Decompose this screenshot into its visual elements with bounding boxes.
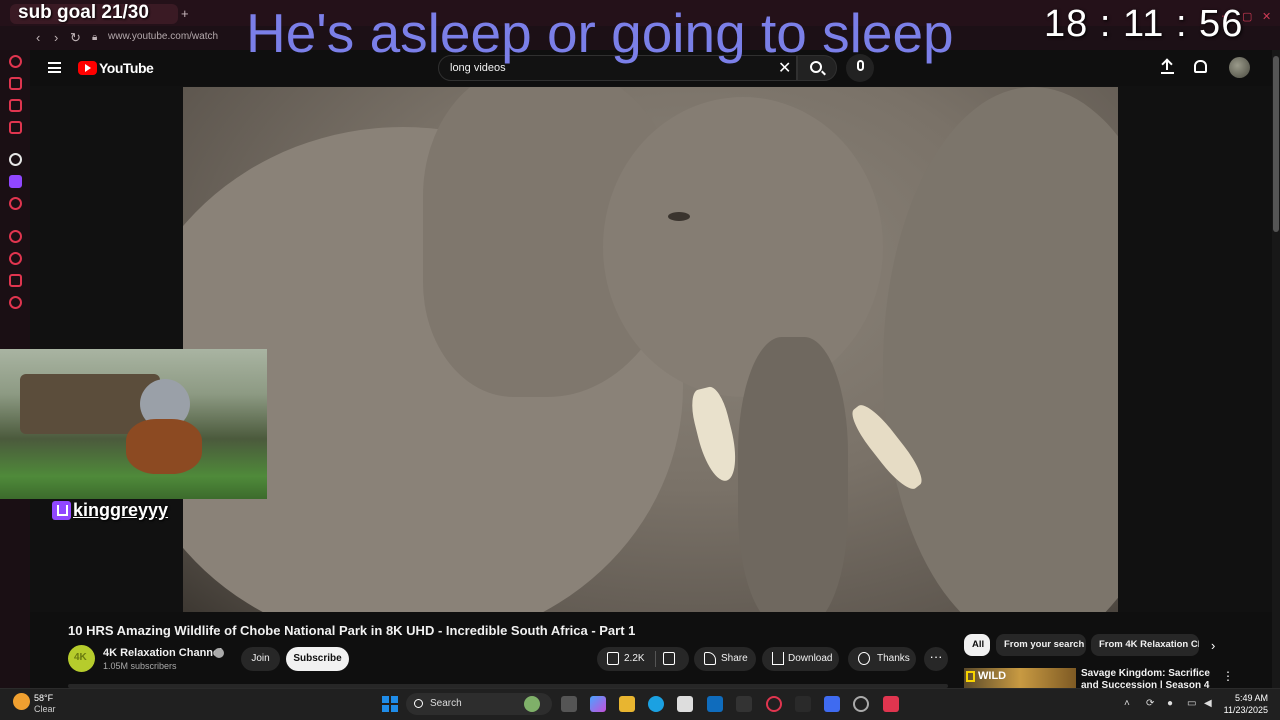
url-field[interactable]: www.youtube.com/watch [108,31,218,42]
like-count[interactable]: 2.2K [624,653,645,664]
share-button[interactable]: Share [694,647,756,671]
tiktok-icon[interactable] [883,696,899,712]
taskbar-date[interactable]: 11/23/2025 [1220,705,1268,715]
notifications-bell-icon[interactable] [1194,60,1207,73]
like-divider [655,651,656,667]
stream-clock: 18 : 11 : 56 [1044,3,1244,45]
opera-gx-icon[interactable] [766,696,782,712]
sidebar-history-icon[interactable] [9,55,22,68]
subscribe-button[interactable]: Subscribe [286,647,349,671]
sidebar-app-icon[interactable] [9,153,22,166]
upload-icon[interactable] [1161,60,1174,74]
chip-all[interactable]: All [964,634,990,656]
taskbar-widget-icon[interactable] [524,696,540,712]
tray-mic-icon[interactable]: ● [1167,698,1173,709]
app-icon[interactable] [736,696,752,712]
tray-network-icon[interactable]: ▭ [1187,698,1196,709]
sub-goal-counter: sub goal 21/30 [18,2,149,23]
tf-app-icon[interactable] [795,696,811,712]
thanks-button[interactable]: Thanks [848,647,916,671]
obs-icon[interactable] [853,696,869,712]
sidebar-chat-icon[interactable] [9,99,22,112]
webcam-overlay [0,349,267,499]
download-button[interactable]: Download [762,647,839,671]
channel-name[interactable]: 4K Relaxation Channel [103,647,222,659]
streamer-handle: kinggreyyy [73,500,169,520]
weather-temperature[interactable]: 58°F [34,693,53,703]
nat-geo-badge-icon [966,671,975,682]
sidebar-box-icon[interactable] [9,121,22,134]
chip-from-channel[interactable]: From 4K Relaxation Channel [1091,634,1199,656]
video-title: 10 HRS Amazing Wildlife of Chobe Nationa… [68,623,636,638]
tray-chevron-icon[interactable]: ˄ [1124,698,1130,709]
reload-icon[interactable]: ↻ [70,30,81,46]
lock-icon: 🔒︎ [92,32,98,43]
sidebar-cube-icon[interactable] [9,274,22,287]
tray-volume-icon[interactable]: ◀ [1204,698,1212,709]
subscriber-count: 1.05M subscribers [103,661,177,671]
video-frame-elephants[interactable] [183,87,1118,612]
verified-icon [214,648,224,658]
sidebar-settings-icon[interactable] [9,296,22,309]
weather-condition[interactable]: Clear [34,704,56,714]
more-actions-button[interactable]: ··· [924,647,948,671]
forward-icon[interactable]: › [54,30,58,45]
share-icon [704,652,716,665]
chevron-right-icon[interactable]: › [1211,638,1215,653]
windows-start-icon[interactable] [382,696,398,712]
recommendation-menu-icon[interactable]: ⋮ [1222,669,1234,683]
twitch-icon [52,501,71,520]
store-icon[interactable] [677,696,693,712]
youtube-logo-text[interactable]: YouTube [99,60,154,76]
windows-taskbar [0,688,1280,720]
channel-avatar[interactable] [68,645,95,672]
account-avatar[interactable] [1229,57,1250,78]
task-view-icon[interactable] [561,696,577,712]
like-dislike-group: 2.2K [597,647,689,671]
youtube-logo-icon[interactable] [78,61,97,75]
thumbs-down-icon[interactable] [663,652,675,665]
sidebar-bag-icon[interactable] [9,77,22,90]
close-icon[interactable]: ✕ [1262,10,1271,23]
thumbs-up-icon[interactable] [607,652,619,665]
new-tab-icon[interactable]: + [181,6,189,21]
maximize-icon[interactable]: ▢ [1242,10,1252,23]
taskbar-time[interactable]: 5:49 AM [1226,693,1268,703]
blue-app-icon[interactable] [824,696,840,712]
outlook-icon[interactable] [707,696,723,712]
thanks-icon [858,652,870,665]
edge-icon[interactable] [648,696,664,712]
join-button[interactable]: Join [241,647,280,671]
weather-icon[interactable] [13,693,30,710]
thumbnail-badge-text: WILD [978,670,1007,682]
file-explorer-icon[interactable] [619,696,635,712]
sidebar-music-icon[interactable] [9,197,22,210]
download-label: Download [788,653,833,664]
recommendation-title[interactable]: Savage Kingdom: Sacrifice and Succession… [1081,668,1216,688]
copilot-icon[interactable] [590,696,606,712]
menu-icon[interactable] [48,62,61,73]
sidebar-clock-icon[interactable] [9,252,22,265]
sidebar-twitch-icon[interactable] [9,175,22,188]
sidebar-play-icon[interactable] [9,230,22,243]
stream-caption: He's asleep or going to sleep [246,2,954,64]
share-label: Share [721,653,748,664]
chip-from-your-search[interactable]: From your search [996,634,1086,656]
taskbar-search-icon [414,699,423,708]
back-icon[interactable]: ‹ [36,30,40,45]
thanks-label: Thanks [877,653,910,664]
download-icon [772,652,784,665]
tray-sync-icon[interactable]: ⟳ [1146,698,1154,709]
scrollbar-thumb[interactable] [1273,56,1279,232]
